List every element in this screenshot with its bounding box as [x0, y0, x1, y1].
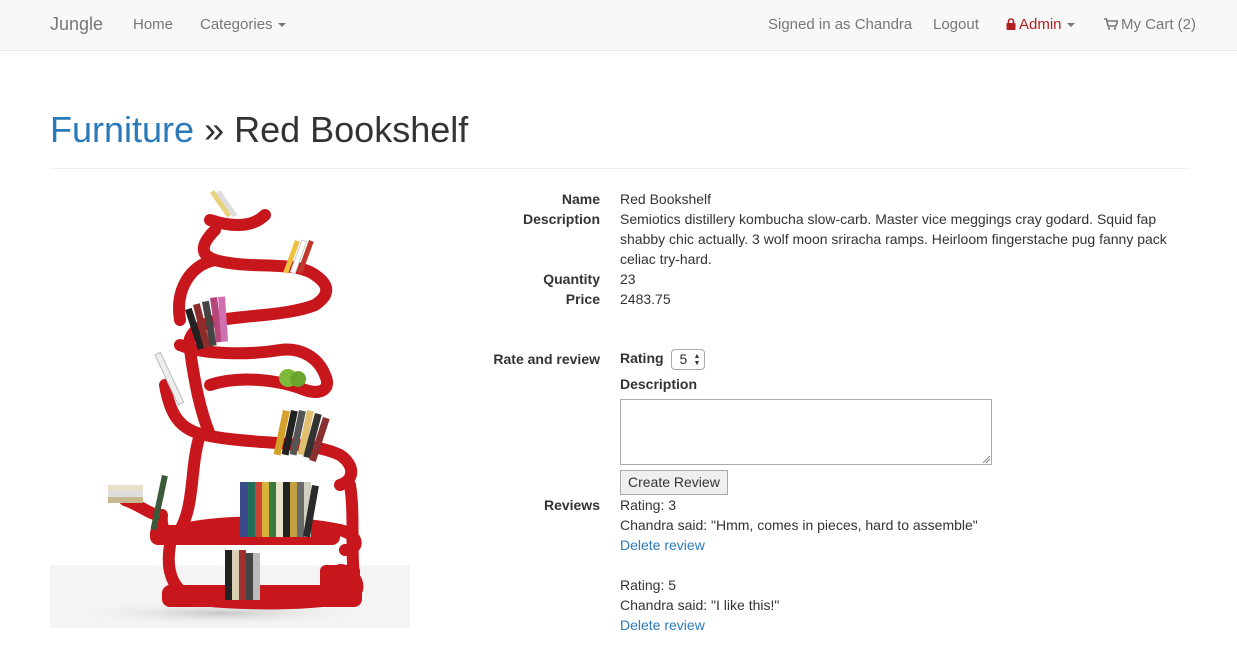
- delete-review-link[interactable]: Delete review: [620, 615, 1190, 635]
- cart-label: My Cart (2): [1121, 16, 1196, 33]
- review-description-textarea[interactable]: [620, 399, 992, 465]
- name-value: Red Bookshelf: [620, 191, 712, 207]
- categories-label: Categories: [200, 16, 273, 33]
- cart-link[interactable]: My Cart (2): [1104, 16, 1196, 34]
- review-text: Chandra said: "Hmm, comes in pieces, har…: [620, 517, 978, 533]
- quantity-value: 23: [620, 271, 636, 287]
- page-header: Furniture » Red Bookshelf: [50, 108, 1190, 169]
- quantity-label: Quantity: [543, 271, 600, 287]
- rating-select[interactable]: 5 ▲ ▼: [671, 348, 706, 370]
- nav-categories-dropdown[interactable]: Categories: [200, 16, 286, 34]
- reviews-label: Reviews: [543, 497, 600, 513]
- caret-down-icon: [277, 23, 286, 28]
- review-text: Chandra said: "I like this!": [620, 597, 780, 613]
- lock-icon: [1006, 18, 1016, 30]
- admin-dropdown[interactable]: Admin: [1006, 16, 1075, 34]
- rate-review-label: Rate and review: [493, 351, 600, 367]
- logout-link[interactable]: Logout: [933, 16, 979, 34]
- signed-in-text: Signed in as Chandra: [768, 16, 913, 33]
- review-rating: Rating: 3: [620, 497, 677, 513]
- navbar: Jungle Home Categories Signed in as Chan…: [0, 0, 1237, 51]
- caret-down-icon: [1066, 23, 1075, 28]
- description-value: Semiotics distillery kombucha slow-carb.…: [620, 211, 1167, 267]
- delete-review-link[interactable]: Delete review: [620, 535, 1190, 555]
- product-image: [50, 185, 410, 628]
- select-arrows-icon: ▲ ▼: [693, 352, 701, 367]
- title-separator: »: [194, 109, 235, 150]
- name-label: Name: [561, 191, 600, 207]
- price-value: 2483.75: [620, 291, 671, 307]
- create-review-button[interactable]: Create Review: [620, 470, 728, 495]
- resize-handle-icon[interactable]: [982, 455, 990, 463]
- price-label: Price: [565, 291, 600, 307]
- description-label: Description: [522, 211, 600, 227]
- page-title: Furniture » Red Bookshelf: [50, 108, 1190, 152]
- shopping-cart-icon: [1104, 18, 1118, 30]
- rating-label: Rating: [620, 350, 664, 366]
- rating-row: Rating 5 ▲ ▼: [620, 348, 1190, 370]
- admin-label: Admin: [1019, 16, 1062, 33]
- review-rating: Rating: 5: [620, 577, 677, 593]
- brand-link[interactable]: Jungle: [50, 15, 103, 33]
- review-item: Rating: 5 Chandra said: "I like this!" D…: [620, 575, 1190, 635]
- product-title: Red Bookshelf: [234, 109, 469, 150]
- review-item: Rating: 3 Chandra said: "Hmm, comes in p…: [620, 495, 1190, 555]
- category-link[interactable]: Furniture: [50, 109, 194, 150]
- nav-home-link[interactable]: Home: [133, 16, 173, 34]
- review-description-label: Description: [620, 376, 698, 392]
- rating-value: 5: [679, 350, 688, 367]
